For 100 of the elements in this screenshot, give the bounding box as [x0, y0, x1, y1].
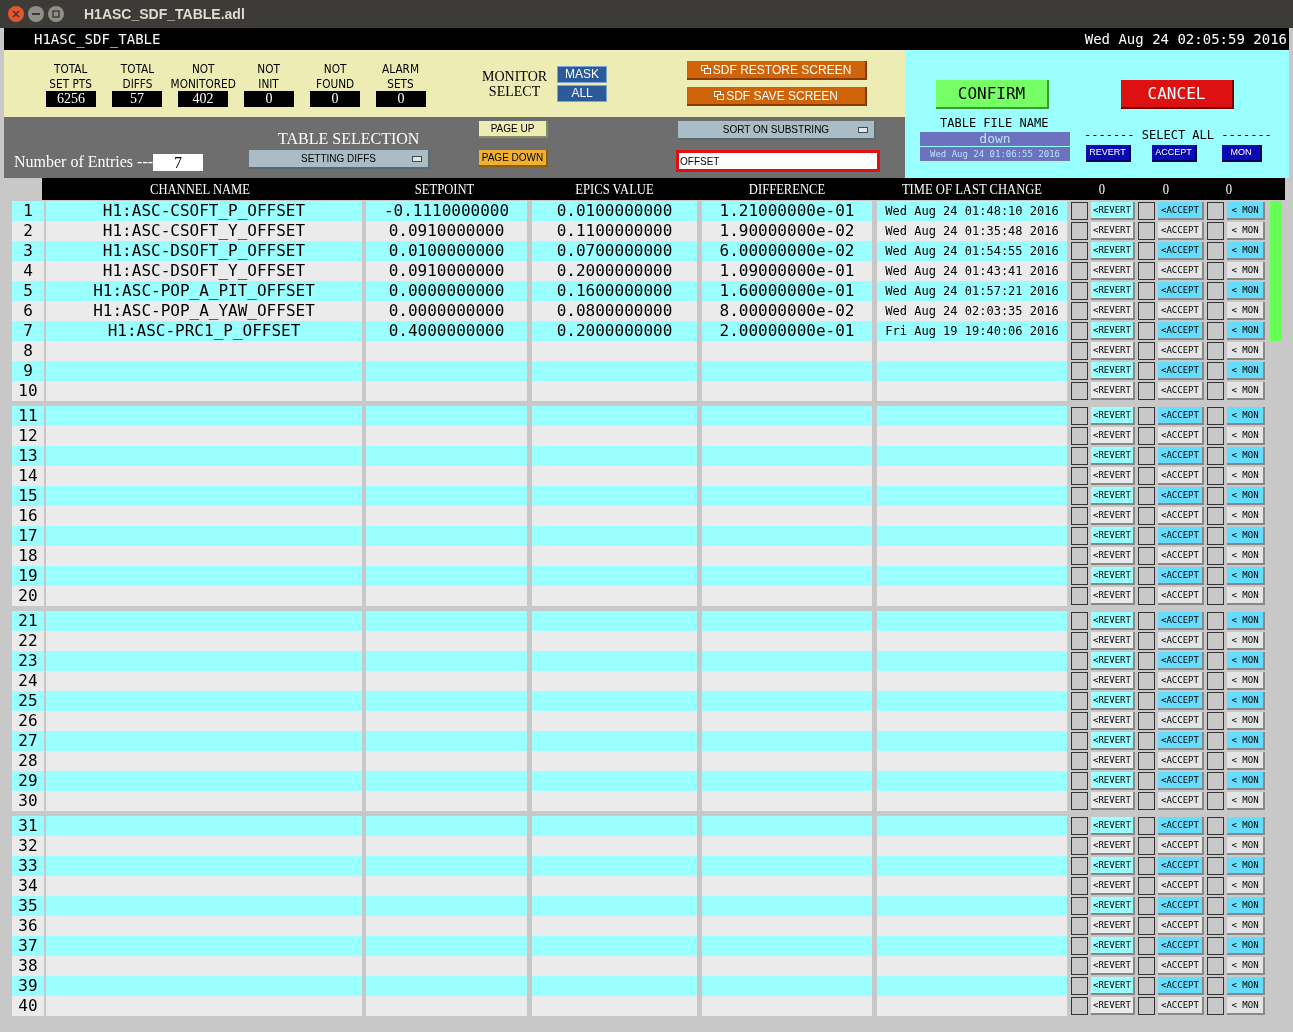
row-checkbox[interactable]	[1071, 547, 1088, 565]
row-checkbox[interactable]	[1071, 567, 1088, 585]
row-checkbox[interactable]	[1138, 837, 1155, 855]
monitor-button[interactable]: < MON	[1227, 362, 1265, 380]
monitor-select-button[interactable]: ALL	[557, 84, 608, 102]
row-checkbox[interactable]	[1138, 202, 1155, 220]
row-checkbox[interactable]	[1138, 877, 1155, 895]
monitor-button[interactable]: < MON	[1227, 407, 1265, 425]
monitor-button[interactable]: < MON	[1227, 672, 1265, 690]
monitor-button[interactable]: < MON	[1227, 997, 1265, 1015]
row-checkbox[interactable]	[1071, 242, 1088, 260]
accept-button[interactable]: <ACCEPT	[1158, 202, 1204, 220]
row-checkbox[interactable]	[1207, 957, 1224, 975]
revert-button[interactable]: <REVERT	[1091, 222, 1135, 240]
row-checkbox[interactable]	[1207, 897, 1224, 915]
row-checkbox[interactable]	[1207, 407, 1224, 425]
row-checkbox[interactable]	[1071, 877, 1088, 895]
revert-button[interactable]: <REVERT	[1091, 322, 1135, 340]
monitor-button[interactable]: < MON	[1227, 692, 1265, 710]
row-checkbox[interactable]	[1071, 652, 1088, 670]
revert-button[interactable]: <REVERT	[1091, 837, 1135, 855]
revert-button[interactable]: <REVERT	[1091, 202, 1135, 220]
select-all-button[interactable]: MON	[1222, 145, 1262, 162]
accept-button[interactable]: <ACCEPT	[1158, 612, 1204, 630]
confirm-button[interactable]: CONFIRM	[936, 80, 1049, 109]
row-checkbox[interactable]	[1071, 487, 1088, 505]
accept-button[interactable]: <ACCEPT	[1158, 487, 1204, 505]
row-checkbox[interactable]	[1138, 652, 1155, 670]
accept-button[interactable]: <ACCEPT	[1158, 997, 1204, 1015]
row-checkbox[interactable]	[1138, 792, 1155, 810]
row-checkbox[interactable]	[1071, 612, 1088, 630]
revert-button[interactable]: <REVERT	[1091, 937, 1135, 955]
monitor-button[interactable]: < MON	[1227, 262, 1265, 280]
monitor-button[interactable]: < MON	[1227, 792, 1265, 810]
row-checkbox[interactable]	[1138, 282, 1155, 300]
row-checkbox[interactable]	[1138, 857, 1155, 875]
monitor-button[interactable]: < MON	[1227, 567, 1265, 585]
row-checkbox[interactable]	[1071, 712, 1088, 730]
revert-button[interactable]: <REVERT	[1091, 282, 1135, 300]
revert-button[interactable]: <REVERT	[1091, 427, 1135, 445]
row-checkbox[interactable]	[1207, 527, 1224, 545]
accept-button[interactable]: <ACCEPT	[1158, 732, 1204, 750]
row-checkbox[interactable]	[1207, 752, 1224, 770]
accept-button[interactable]: <ACCEPT	[1158, 977, 1204, 995]
monitor-button[interactable]: < MON	[1227, 342, 1265, 360]
row-checkbox[interactable]	[1138, 262, 1155, 280]
monitor-button[interactable]: < MON	[1227, 732, 1265, 750]
monitor-button[interactable]: < MON	[1227, 527, 1265, 545]
row-checkbox[interactable]	[1207, 712, 1224, 730]
monitor-button[interactable]: < MON	[1227, 957, 1265, 975]
row-checkbox[interactable]	[1138, 407, 1155, 425]
row-checkbox[interactable]	[1138, 612, 1155, 630]
row-checkbox[interactable]	[1071, 362, 1088, 380]
revert-button[interactable]: <REVERT	[1091, 362, 1135, 380]
monitor-button[interactable]: < MON	[1227, 632, 1265, 650]
row-checkbox[interactable]	[1071, 957, 1088, 975]
row-checkbox[interactable]	[1071, 917, 1088, 935]
monitor-button[interactable]: < MON	[1227, 487, 1265, 505]
row-checkbox[interactable]	[1138, 632, 1155, 650]
row-checkbox[interactable]	[1071, 587, 1088, 605]
row-checkbox[interactable]	[1138, 382, 1155, 400]
revert-button[interactable]: <REVERT	[1091, 977, 1135, 995]
revert-button[interactable]: <REVERT	[1091, 487, 1135, 505]
row-checkbox[interactable]	[1138, 342, 1155, 360]
screen-button[interactable]: SDF SAVE SCREEN	[687, 87, 868, 106]
row-checkbox[interactable]	[1207, 447, 1224, 465]
revert-button[interactable]: <REVERT	[1091, 632, 1135, 650]
accept-button[interactable]: <ACCEPT	[1158, 772, 1204, 790]
accept-button[interactable]: <ACCEPT	[1158, 262, 1204, 280]
row-checkbox[interactable]	[1071, 382, 1088, 400]
row-checkbox[interactable]	[1207, 632, 1224, 650]
monitor-button[interactable]: < MON	[1227, 322, 1265, 340]
page-down-button[interactable]: PAGE DOWN	[479, 150, 548, 167]
row-checkbox[interactable]	[1071, 692, 1088, 710]
accept-button[interactable]: <ACCEPT	[1158, 427, 1204, 445]
row-checkbox[interactable]	[1207, 652, 1224, 670]
row-checkbox[interactable]	[1207, 282, 1224, 300]
revert-button[interactable]: <REVERT	[1091, 997, 1135, 1015]
row-checkbox[interactable]	[1207, 322, 1224, 340]
page-up-button[interactable]: PAGE UP	[479, 121, 548, 138]
accept-button[interactable]: <ACCEPT	[1158, 752, 1204, 770]
row-checkbox[interactable]	[1207, 202, 1224, 220]
close-button[interactable]	[8, 6, 24, 22]
row-checkbox[interactable]	[1207, 487, 1224, 505]
row-checkbox[interactable]	[1207, 977, 1224, 995]
monitor-button[interactable]: < MON	[1227, 282, 1265, 300]
row-checkbox[interactable]	[1207, 362, 1224, 380]
accept-button[interactable]: <ACCEPT	[1158, 817, 1204, 835]
accept-button[interactable]: <ACCEPT	[1158, 322, 1204, 340]
row-checkbox[interactable]	[1138, 322, 1155, 340]
revert-button[interactable]: <REVERT	[1091, 467, 1135, 485]
monitor-button[interactable]: < MON	[1227, 467, 1265, 485]
revert-button[interactable]: <REVERT	[1091, 567, 1135, 585]
revert-button[interactable]: <REVERT	[1091, 342, 1135, 360]
row-checkbox[interactable]	[1207, 587, 1224, 605]
row-checkbox[interactable]	[1071, 792, 1088, 810]
row-checkbox[interactable]	[1071, 527, 1088, 545]
accept-button[interactable]: <ACCEPT	[1158, 342, 1204, 360]
accept-button[interactable]: <ACCEPT	[1158, 692, 1204, 710]
row-checkbox[interactable]	[1138, 302, 1155, 320]
